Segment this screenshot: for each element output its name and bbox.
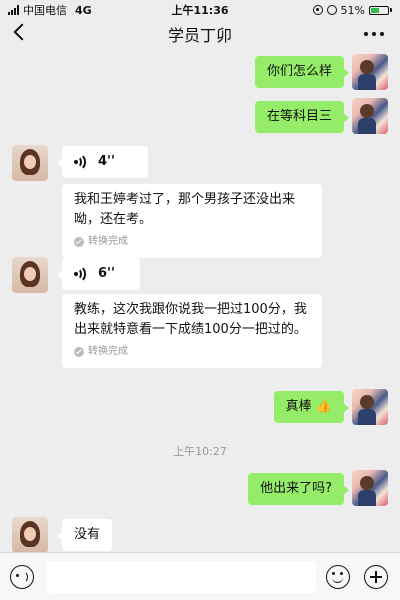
avatar-self[interactable] bbox=[352, 470, 388, 506]
chat-title: 学员丁卯 bbox=[167, 26, 232, 45]
avatar-other[interactable] bbox=[12, 257, 48, 293]
back-chevron-icon[interactable] bbox=[13, 23, 31, 41]
signal-icon bbox=[8, 5, 19, 15]
orientation-lock-icon bbox=[312, 5, 323, 15]
check-icon bbox=[74, 237, 84, 247]
battery-percent: 51% bbox=[340, 3, 365, 17]
incoming-message[interactable]: 没有 bbox=[56, 519, 113, 551]
message-text: 在等科目三 bbox=[266, 109, 332, 124]
message-text: 他出来了吗? bbox=[260, 481, 332, 496]
avatar-self[interactable] bbox=[352, 54, 388, 90]
emoji-icon[interactable] bbox=[326, 565, 350, 589]
nav-bar: 学员丁卯 bbox=[0, 20, 400, 48]
message-text: 没有 bbox=[74, 527, 101, 542]
network-label: 4G bbox=[75, 3, 92, 17]
avatar-other[interactable] bbox=[12, 517, 48, 553]
check-icon bbox=[74, 347, 84, 357]
message-text: 真棒 bbox=[285, 399, 312, 414]
outgoing-message[interactable]: 他出来了吗? bbox=[248, 473, 349, 505]
transcript-text: 我和王婷考过了，那个男孩子还没出来呦，还在考。 bbox=[74, 192, 296, 227]
carrier-label: 中国电信 bbox=[23, 4, 67, 17]
transcript-status: 转换完成 bbox=[74, 232, 310, 252]
transcript-status-label: 转换完成 bbox=[88, 346, 128, 357]
voice-wave-icon bbox=[74, 265, 88, 283]
voice-transcript[interactable]: 教练，这次我跟你说我一把过100分，我出来就特意看一下成绩100分一把过的。 转… bbox=[62, 294, 322, 368]
avatar-self[interactable] bbox=[352, 98, 388, 134]
plus-icon[interactable] bbox=[364, 565, 388, 589]
status-bar: 中国电信 4G 上午11:36 51% bbox=[0, 0, 400, 20]
voice-message[interactable]: 6'' bbox=[57, 258, 140, 290]
message-text: 你们怎么样 bbox=[266, 64, 332, 79]
voice-transcript[interactable]: 我和王婷考过了，那个男孩子还没出来呦，还在考。 转换完成 bbox=[62, 184, 322, 258]
more-dots-icon[interactable] bbox=[364, 32, 384, 36]
outgoing-message[interactable]: 在等科目三 bbox=[254, 101, 350, 133]
battery-icon bbox=[369, 5, 392, 15]
message-timestamp: 上午10:27 bbox=[173, 445, 227, 458]
transcript-status: 转换完成 bbox=[74, 342, 310, 362]
voice-wave-icon bbox=[74, 153, 88, 171]
outgoing-message[interactable]: 真棒 👍 bbox=[273, 391, 350, 423]
voice-toggle-icon[interactable] bbox=[10, 565, 34, 589]
avatar-other[interactable] bbox=[12, 145, 48, 181]
outgoing-message[interactable]: 你们怎么样 bbox=[254, 56, 350, 88]
thumbs-up-icon: 👍 bbox=[315, 399, 332, 414]
message-input[interactable] bbox=[46, 561, 316, 593]
alarm-icon bbox=[326, 5, 337, 15]
transcript-text: 教练，这次我跟你说我一把过100分，我出来就特意看一下成绩100分一把过的。 bbox=[74, 302, 307, 337]
input-bar bbox=[0, 552, 400, 600]
voice-duration: 4'' bbox=[98, 154, 116, 169]
transcript-status-label: 转换完成 bbox=[88, 236, 128, 247]
voice-duration: 6'' bbox=[98, 266, 116, 281]
voice-message[interactable]: 4'' bbox=[57, 146, 148, 178]
avatar-self[interactable] bbox=[352, 389, 388, 425]
